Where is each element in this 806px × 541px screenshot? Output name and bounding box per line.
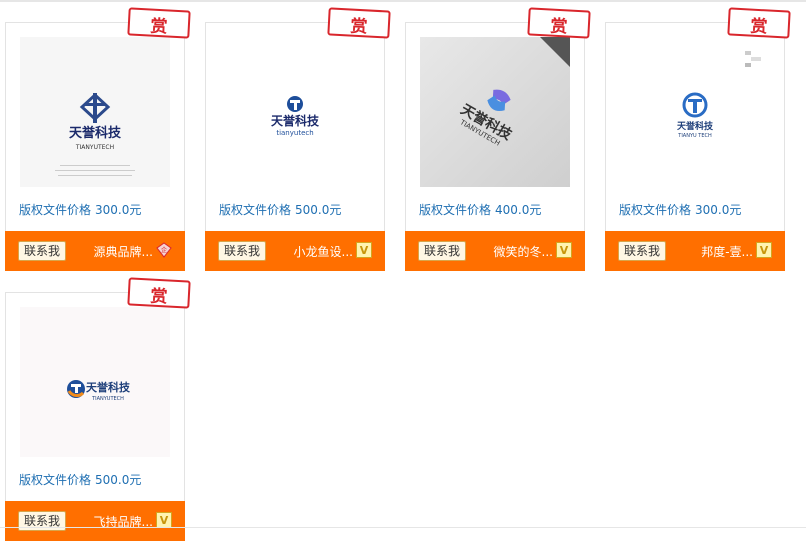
card-action-bar: 联系我 源典品牌... 企	[5, 231, 185, 271]
v-badge-icon: V	[556, 242, 572, 258]
svg-text:tianyutech: tianyutech	[276, 129, 313, 137]
price-text: 版权文件价格 400.0元	[419, 201, 541, 218]
shop-name-link[interactable]: 小龙鱼设...	[294, 243, 353, 260]
price-value: 500.0元	[95, 473, 142, 487]
price-label: 版权文件价格	[19, 203, 92, 217]
svg-text:V: V	[360, 244, 369, 257]
price-label: 版权文件价格	[19, 473, 92, 487]
contact-button[interactable]: 联系我	[418, 241, 466, 261]
svg-text:V: V	[560, 244, 569, 257]
bottom-divider	[0, 527, 806, 528]
shop-name-link[interactable]: 微笑的冬...	[494, 243, 553, 260]
svg-text:天誉科技: 天誉科技	[69, 125, 122, 141]
design-thumbnail[interactable]: 天誉科技 TIANYUTECH	[20, 307, 170, 457]
contact-button[interactable]: 联系我	[18, 241, 66, 261]
top-divider	[0, 0, 806, 2]
card-action-bar: 联系我 飞持品牌... V	[5, 501, 185, 541]
price-label: 版权文件价格	[619, 203, 692, 217]
price-text: 版权文件价格 500.0元	[219, 201, 341, 218]
reward-stamp: 赏	[525, 4, 595, 44]
design-card-3[interactable]: 天誉科技 TIANYUTECH 版权文件价格 400.0元 联系我 微笑的冬...…	[405, 22, 585, 271]
svg-text:天誉科技: 天誉科技	[677, 120, 714, 132]
design-card-2[interactable]: 天誉科技 tianyutech 版权文件价格 500.0元 联系我 小龙鱼设...…	[205, 22, 385, 271]
price-value: 300.0元	[695, 203, 742, 217]
price-label: 版权文件价格	[419, 203, 492, 217]
v-badge-icon: V	[756, 242, 772, 258]
contact-button[interactable]: 联系我	[618, 241, 666, 261]
shop-name-link[interactable]: 源典品牌...	[94, 243, 153, 260]
price-text: 版权文件价格 500.0元	[19, 471, 141, 488]
svg-text:V: V	[160, 514, 169, 527]
svg-text:企: 企	[161, 246, 167, 254]
price-text: 版权文件价格 300.0元	[19, 201, 141, 218]
design-thumbnail[interactable]: 天誉科技 TIANYU TECH	[620, 37, 770, 187]
reward-stamp: 赏	[325, 4, 395, 44]
svg-text:天誉科技: 天誉科技	[86, 380, 131, 394]
v-badge-icon: V	[156, 512, 172, 528]
v-badge-icon: V	[356, 242, 372, 258]
reward-stamp: 赏	[125, 4, 195, 44]
design-card-5[interactable]: 天誉科技 TIANYUTECH 版权文件价格 500.0元 联系我 飞持品牌...…	[5, 292, 185, 541]
price-value: 500.0元	[295, 203, 342, 217]
price-value: 400.0元	[495, 203, 542, 217]
card-action-bar: 联系我 小龙鱼设... V	[205, 231, 385, 271]
design-card-1[interactable]: 天誉科技 TIANYUTECH 版权文件价格 300.0元 联系我 源典品牌...…	[5, 22, 185, 271]
svg-text:TIANYUTECH: TIANYUTECH	[91, 396, 124, 402]
svg-text:TIANYU TECH: TIANYU TECH	[677, 133, 712, 139]
shop-name-link[interactable]: 邦度-壹...	[701, 243, 753, 260]
contact-button[interactable]: 联系我	[18, 511, 66, 531]
card-action-bar: 联系我 微笑的冬... V	[405, 231, 585, 271]
svg-text:天誉科技: 天誉科技	[271, 113, 320, 128]
design-thumbnail[interactable]: 天誉科技 tianyutech	[220, 37, 370, 187]
design-thumbnail[interactable]: 天誉科技 TIANYUTECH	[20, 37, 170, 187]
design-card-4[interactable]: 天誉科技 TIANYU TECH 版权文件价格 300.0元 联系我 邦度-壹..…	[605, 22, 785, 271]
svg-text:V: V	[760, 244, 769, 257]
price-text: 版权文件价格 300.0元	[619, 201, 741, 218]
card-action-bar: 联系我 邦度-壹... V	[605, 231, 785, 271]
reward-stamp: 赏	[725, 4, 795, 44]
contact-button[interactable]: 联系我	[218, 241, 266, 261]
reward-stamp: 赏	[125, 274, 195, 314]
price-label: 版权文件价格	[219, 203, 292, 217]
diamond-badge-icon: 企	[156, 242, 172, 258]
design-thumbnail[interactable]: 天誉科技 TIANYUTECH	[420, 37, 570, 187]
price-value: 300.0元	[95, 203, 142, 217]
svg-text:TIANYUTECH: TIANYUTECH	[75, 144, 114, 151]
